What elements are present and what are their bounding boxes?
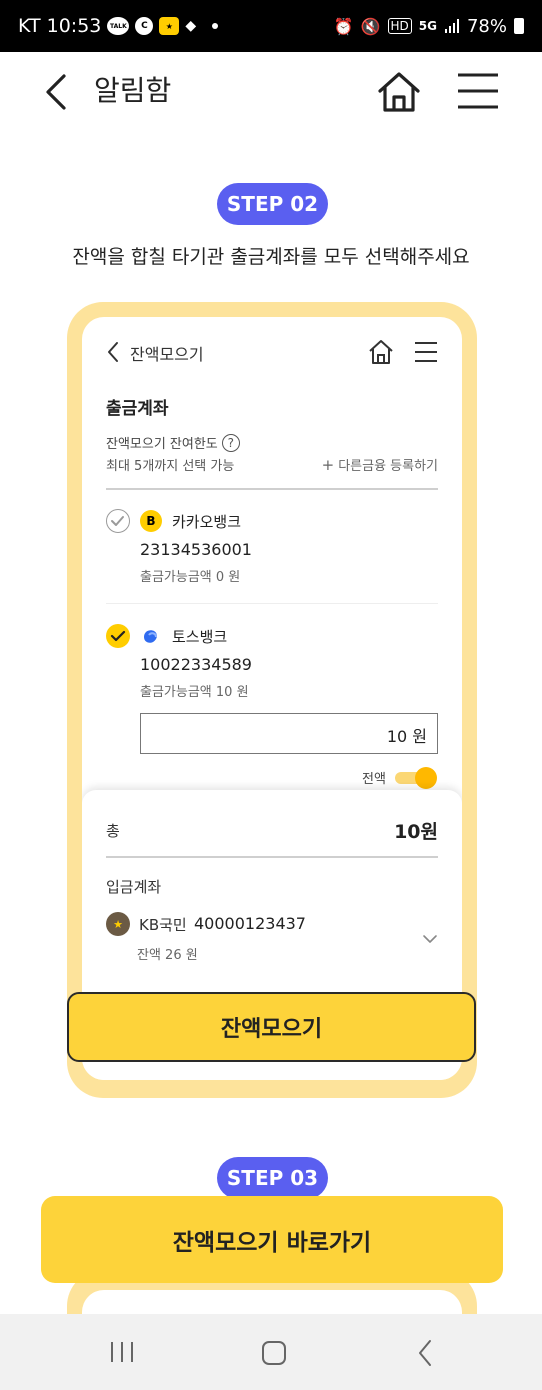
signal-icon [444,19,459,33]
app-header: 알림함 [0,52,542,130]
pill-icon: ◆ [185,18,197,34]
kb-logo-icon: ★ [106,912,130,936]
recent-apps-button[interactable] [108,1341,136,1363]
alarm-icon: ⏰ [333,16,354,36]
battery-percent: 78% [466,15,507,37]
amount-input: 10 원 [140,713,438,754]
divider [106,488,438,490]
carrier-time: KT 10:53 [18,15,102,37]
chevron-down-icon [423,935,437,943]
account-available: 출금가능금액 10 원 [140,685,249,700]
back-nav-button[interactable] [417,1339,433,1367]
home-nav-button[interactable] [261,1340,287,1366]
add-other-bank-link: + 다른금융 등록하기 [314,455,438,474]
notification-dot-icon [212,23,219,29]
page-title: 알림함 [94,74,172,107]
add-other-bank-label: 다른금융 등록하기 [338,459,438,474]
mock-back-icon [108,342,118,362]
toggle-knob [415,767,437,789]
5g-icon: 5G [418,19,437,33]
account-number: 23134536001 [140,540,252,559]
account-checkbox-toss [106,624,130,648]
hd-icon: HD [387,18,412,34]
all-amount-label: 전액 [362,772,386,787]
bank-name: 토스뱅크 [172,628,228,646]
step-02-badge: STEP 02 [217,183,328,225]
mock-screen-title: 잔액모으기 [130,345,204,364]
account-available: 출금가능금액 0 원 [140,570,241,585]
back-button[interactable] [40,72,76,112]
home-button[interactable] [376,70,422,114]
deposit-bank-name: KB국민 [139,916,187,934]
max-selection-text: 최대 5개까지 선택 가능 [106,459,235,474]
kakaobank-logo-icon: B [140,510,162,532]
step-02-instruction: 잔액을 합칠 타기관 출금계좌를 모두 선택해주세요 [72,246,470,268]
total-label: 총 [106,822,120,840]
limit-row: 잔액모으기 잔여한도 ? [106,433,240,452]
account-number: 10022334589 [140,655,252,674]
c-icon: C [135,17,154,35]
divider [106,603,438,604]
system-nav-bar [0,1314,542,1390]
mute-icon: 🔇 [360,16,381,36]
all-amount-toggle [395,767,437,789]
battery-icon [514,18,524,34]
divider [106,856,438,858]
talk-icon: TALK [107,17,130,35]
plus-icon: + [321,456,335,474]
status-bar: KT 10:53 TALK C ★ ◆ ⏰ 🔇 HD 5G 78% [0,0,542,52]
check-icon [110,630,126,642]
bank-name: 카카오뱅크 [172,513,242,531]
step-03-badge: STEP 03 [217,1157,328,1199]
help-icon: ? [221,433,240,452]
mock-menu-icon [415,342,437,362]
mock-home-icon [369,340,393,364]
withdraw-section-title: 출금계좌 [106,399,169,419]
collect-balance-shortcut-button[interactable]: 잔액모으기 바로가기 [41,1196,503,1283]
deposit-account-label: 입금계좌 [106,878,162,896]
deposit-account-number: 40000123437 [194,914,306,933]
limit-label: 잔액모으기 잔여한도 [106,437,218,452]
check-icon [111,516,124,526]
kb-star-icon: ★ [159,17,180,35]
phone-mock-screen: 잔액모으기 출금계좌 잔액모으기 잔여한도 ? 최대 5개까지 선택 가능 + 다… [82,317,462,1080]
deposit-balance: 잔액 26 원 [137,948,198,963]
menu-button[interactable] [456,72,500,110]
tossbank-logo-icon [144,630,157,643]
mock-collect-button: 잔액모으기 [67,992,476,1062]
account-checkbox-kakao [106,509,130,533]
total-value: 10원 [394,821,438,843]
